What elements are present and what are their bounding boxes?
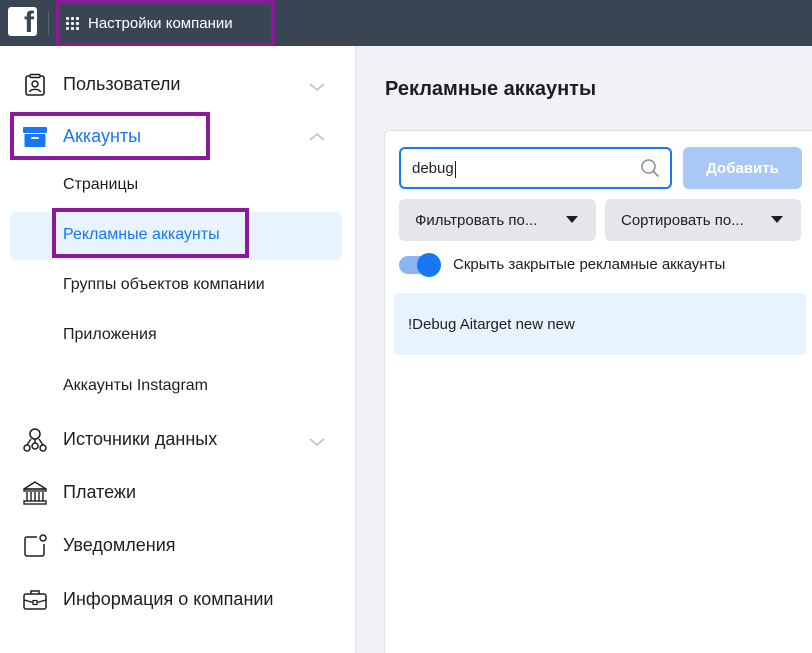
sidebar-subitem-label: Страницы: [63, 176, 139, 193]
topbar-divider: [48, 11, 49, 35]
sort-dropdown-label: Сортировать по...: [621, 211, 744, 229]
search-icon[interactable]: [640, 158, 660, 178]
caret-down-icon: [566, 216, 578, 223]
search-input[interactable]: debug: [399, 147, 672, 189]
briefcase-icon: [22, 587, 48, 613]
add-button[interactable]: Добавить: [683, 147, 802, 189]
users-id-card-icon: [22, 72, 48, 98]
filter-dropdown[interactable]: Фильтровать по...: [399, 199, 596, 241]
sidebar-item-company-info[interactable]: Информация о компании: [0, 583, 356, 617]
sidebar-item-users[interactable]: Пользователи: [0, 68, 356, 102]
sort-dropdown[interactable]: Сортировать по...: [605, 199, 801, 241]
chevron-up-icon[interactable]: [308, 130, 326, 144]
chevron-down-icon[interactable]: [308, 435, 326, 449]
ad-account-name: !Debug Aitarget new new: [408, 316, 575, 333]
caret-down-icon: [771, 216, 783, 223]
logo-letter: f: [24, 7, 34, 37]
sidebar-subitem-instagram-accounts[interactable]: Аккаунты Instagram: [0, 373, 356, 401]
sidebar-item-label: Платежи: [63, 482, 137, 502]
top-bar: f Настройки компании: [0, 0, 812, 47]
data-sources-icon: [22, 427, 48, 453]
highlight-accounts: [10, 112, 210, 160]
sidebar-subitem-business-asset-groups[interactable]: Группы объектов компании: [0, 272, 356, 300]
notification-icon: [22, 533, 48, 559]
toggle-knob: [417, 253, 441, 277]
sidebar-subitem-label: Группы объектов компании: [63, 276, 265, 293]
sidebar-item-payments[interactable]: Платежи: [0, 476, 356, 510]
sidebar-item-label: Пользователи: [63, 74, 181, 94]
sidebar-item-notifications[interactable]: Уведомления: [0, 529, 356, 563]
highlight-ad-accounts: [52, 208, 249, 258]
sidebar-subitem-apps[interactable]: Приложения: [0, 322, 356, 350]
sidebar-item-label: Источники данных: [63, 429, 218, 449]
search-value: debug: [412, 160, 456, 178]
filter-dropdown-label: Фильтровать по...: [415, 211, 538, 229]
facebook-logo-icon[interactable]: f: [8, 7, 37, 36]
sidebar-item-label: Информация о компании: [63, 589, 274, 609]
sidebar-item-label: Уведомления: [63, 535, 176, 555]
hide-closed-toggle-label: Скрыть закрытые рекламные аккаунты: [453, 256, 726, 273]
sidebar-subitem-label: Приложения: [63, 326, 157, 343]
sidebar-item-data-sources[interactable]: Источники данных: [0, 423, 356, 457]
apps-grid-icon[interactable]: [66, 16, 80, 31]
sidebar-subitem-pages[interactable]: Страницы: [0, 172, 356, 200]
bank-icon: [22, 480, 48, 506]
app-switcher[interactable]: Настройки компании: [56, 0, 275, 47]
list-item[interactable]: !Debug Aitarget new new: [394, 293, 806, 355]
sidebar: Пользователи Аккаунты Страницы Рекламные…: [0, 46, 356, 653]
app-title: Настройки компании: [88, 15, 233, 32]
sidebar-subitem-label: Аккаунты Instagram: [63, 377, 208, 394]
hide-closed-toggle[interactable]: [399, 253, 443, 277]
page-title: Рекламные аккаунты: [385, 78, 597, 100]
chevron-down-icon[interactable]: [308, 80, 326, 94]
